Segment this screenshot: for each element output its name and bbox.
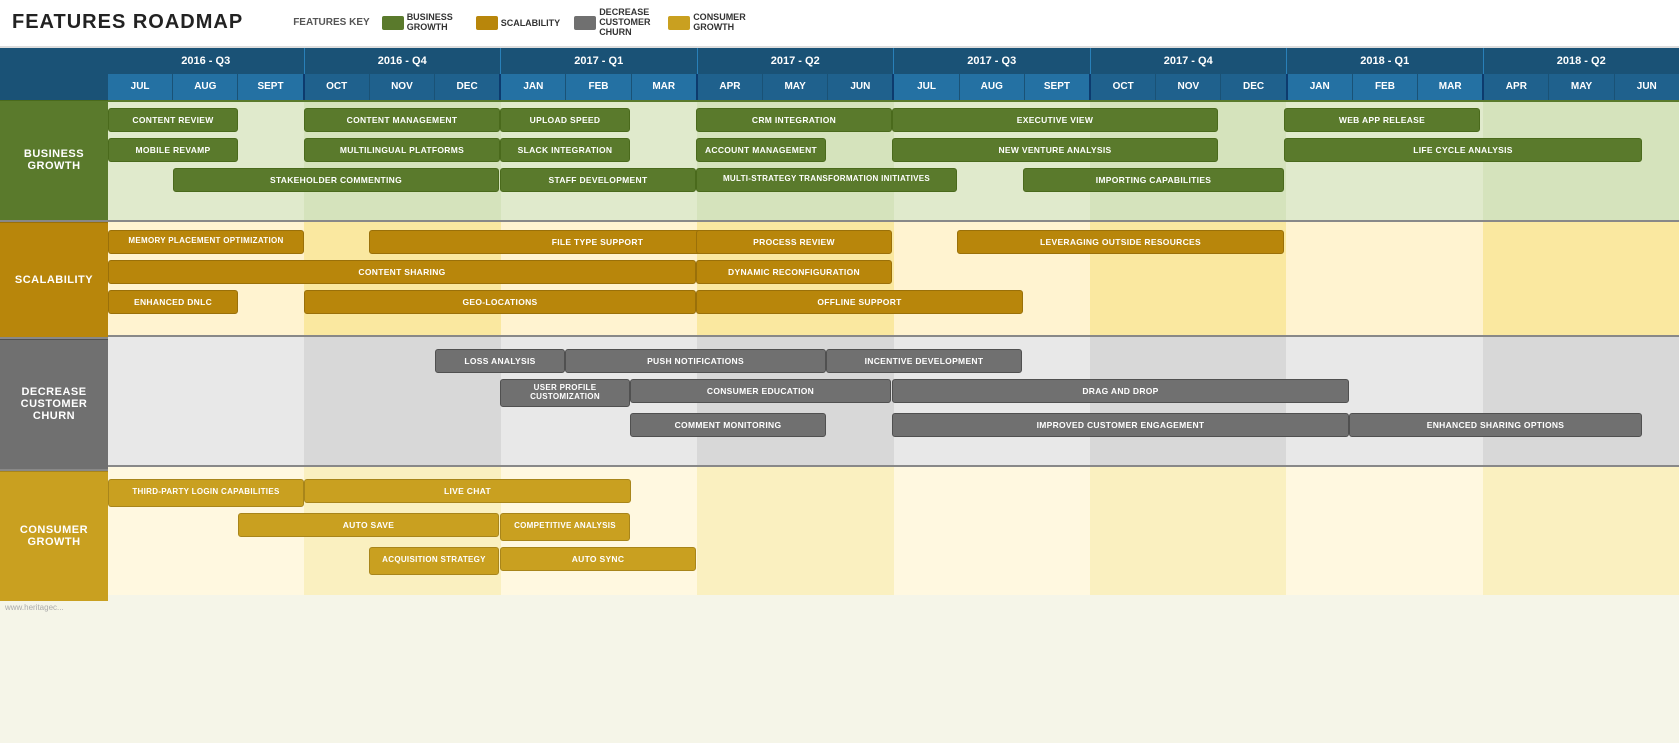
legend-scalability-label: SCALABILITY xyxy=(501,18,561,28)
grid-content: 2016 - Q3 2016 - Q4 2017 - Q1 2017 - Q2 … xyxy=(108,48,1679,601)
bar-staff-dev: STAFF DEVELOPMENT xyxy=(500,168,696,192)
month-mar2: MAR xyxy=(1418,74,1484,100)
bar-offline: OFFLINE SUPPORT xyxy=(696,290,1023,314)
quarter-2016q3: 2016 - Q3 xyxy=(108,48,305,74)
quarter-2018q1: 2018 - Q1 xyxy=(1287,48,1484,74)
month-jul: JUL xyxy=(108,74,173,100)
bar-upload-speed: UPLOAD SPEED xyxy=(500,108,630,132)
roadmap-container: BUSINESS GROWTH SCALABILITY DECREASE CUS… xyxy=(0,48,1679,601)
quarter-2018q2: 2018 - Q2 xyxy=(1484,48,1679,74)
month-jun1: JUN xyxy=(828,74,894,100)
bar-consumer-ed: CONSUMER EDUCATION xyxy=(630,379,891,403)
month-apr1: APR xyxy=(698,74,763,100)
bar-multilingual: MULTILINGUAL PLATFORMS xyxy=(304,138,500,162)
bar-memory: MEMORY PLACEMENT OPTIMIZATION xyxy=(108,230,304,254)
month-feb1: FEB xyxy=(566,74,631,100)
consumer-color-box xyxy=(668,16,690,30)
bar-content-sharing: CONTENT SHARING xyxy=(108,260,696,284)
row-labels-column: BUSINESS GROWTH SCALABILITY DECREASE CUS… xyxy=(0,48,108,601)
bar-slack: SLACK INTEGRATION xyxy=(500,138,630,162)
month-dec: DEC xyxy=(435,74,501,100)
month-sep: SEPT xyxy=(238,74,304,100)
bar-crm: CRM INTEGRATION xyxy=(696,108,892,132)
bar-executive-view: EXECUTIVE VIEW xyxy=(892,108,1218,132)
month-oct: OCT xyxy=(305,74,370,100)
roadmap-page: { "title": "FEATURES ROADMAP", "legend":… xyxy=(0,0,1679,743)
bar-incentive: INCENTIVE DEVELOPMENT xyxy=(826,349,1022,373)
row-label-business: BUSINESS GROWTH xyxy=(0,100,108,220)
bar-enhanced-dnlc: ENHANCED DNLC xyxy=(108,290,238,314)
bar-third-party-login: THIRD-PARTY LOGIN CAPABILITIES xyxy=(108,479,304,507)
month-nov: NOV xyxy=(370,74,435,100)
decrease-color-box xyxy=(574,16,596,30)
bar-enhanced-sharing: ENHANCED SHARING OPTIONS xyxy=(1349,413,1642,437)
legend: FEATURES KEY BUSINESS GROWTH SCALABILITY… xyxy=(293,8,748,38)
quarter-2017q2: 2017 - Q2 xyxy=(698,48,895,74)
bar-user-profile: USER PROFILE CUSTOMIZATION xyxy=(500,379,630,407)
month-feb2: FEB xyxy=(1353,74,1418,100)
bar-lifecycle: LIFE CYCLE ANALYSIS xyxy=(1284,138,1642,162)
legend-consumer-label: CONSUMER GROWTH xyxy=(693,13,748,33)
bar-competitive: COMPETITIVE ANALYSIS xyxy=(500,513,630,541)
business-color-box xyxy=(382,16,404,30)
quarter-2017q1: 2017 - Q1 xyxy=(501,48,698,74)
row-label-scalability: SCALABILITY xyxy=(0,222,108,337)
bar-drag-drop: DRAG AND DROP xyxy=(892,379,1349,403)
legend-item-decrease: DECREASE CUSTOMER CHURN xyxy=(574,8,654,38)
month-nov2: NOV xyxy=(1156,74,1221,100)
month-mar1: MAR xyxy=(632,74,698,100)
month-jan1: JAN xyxy=(501,74,566,100)
bar-leveraging: LEVERAGING OUTSIDE RESOURCES xyxy=(957,230,1284,254)
month-apr2: APR xyxy=(1484,74,1549,100)
quarter-2017q4: 2017 - Q4 xyxy=(1091,48,1288,74)
month-dec2: DEC xyxy=(1221,74,1287,100)
quarter-headers: 2016 - Q3 2016 - Q4 2017 - Q1 2017 - Q2 … xyxy=(108,48,1679,74)
bar-multi-strategy: MULTI-STRATEGY TRANSFORMATION INITIATIVE… xyxy=(696,168,957,192)
bar-live-chat: LIVE CHAT xyxy=(304,479,631,503)
bar-account-mgmt: ACCOUNT MANAGEMENT xyxy=(696,138,826,162)
legend-item-business: BUSINESS GROWTH xyxy=(382,13,462,33)
bar-improved-engagement: IMPROVED CUSTOMER ENGAGEMENT xyxy=(892,413,1349,437)
bar-stakeholder: STAKEHOLDER COMMENTING xyxy=(173,168,499,192)
quarter-2017q3: 2017 - Q3 xyxy=(894,48,1091,74)
content-area: CONTENT REVIEW MOBILE REVAMP STAKEHOLDER… xyxy=(108,100,1679,595)
bar-content-mgmt: CONTENT MANAGEMENT xyxy=(304,108,500,132)
legend-item-scalability: SCALABILITY xyxy=(476,16,561,30)
bar-web-app: WEB APP RELEASE xyxy=(1284,108,1480,132)
bar-content-review: CONTENT REVIEW xyxy=(108,108,238,132)
month-jul2: JUL xyxy=(894,74,959,100)
month-headers: JUL AUG SEPT OCT NOV DEC JAN FEB MAR APR… xyxy=(108,74,1679,100)
bar-importing: IMPORTING CAPABILITIES xyxy=(1023,168,1284,192)
bar-auto-sync: AUTO SYNC xyxy=(500,547,696,571)
month-may3: MAY xyxy=(1549,74,1614,100)
bar-acquisition: ACQUISITION STRATEGY xyxy=(369,547,499,575)
row-label-consumer: CONSUMER GROWTH xyxy=(0,471,108,601)
bar-auto-save: AUTO SAVE xyxy=(238,513,499,537)
month-may1: MAY xyxy=(763,74,828,100)
features-key-label: FEATURES KEY xyxy=(293,17,370,28)
month-jan2: JAN xyxy=(1288,74,1353,100)
bar-mobile-revamp: MOBILE REVAMP xyxy=(108,138,238,162)
bar-new-venture: NEW VENTURE ANALYSIS xyxy=(892,138,1218,162)
bar-dynamic-reconfig: DYNAMIC RECONFIGURATION xyxy=(696,260,892,284)
scalability-color-box xyxy=(476,16,498,30)
legend-decrease-label: DECREASE CUSTOMER CHURN xyxy=(599,8,654,38)
page-title: FEATURES ROADMAP xyxy=(12,11,243,34)
watermark: www.heritagec... xyxy=(0,601,1679,614)
bar-push-notif: PUSH NOTIFICATIONS xyxy=(565,349,826,373)
header: FEATURES ROADMAP FEATURES KEY BUSINESS G… xyxy=(0,0,1679,48)
bar-comment-monitoring: COMMENT MONITORING xyxy=(630,413,826,437)
quarter-2016q4: 2016 - Q4 xyxy=(305,48,502,74)
row-label-decrease: DECREASE CUSTOMER CHURN xyxy=(0,339,108,469)
month-jun3: JUN xyxy=(1615,74,1679,100)
bar-loss-analysis: LOSS ANALYSIS xyxy=(435,349,565,373)
bar-process-review: PROCESS REVIEW xyxy=(696,230,892,254)
legend-item-consumer: CONSUMER GROWTH xyxy=(668,13,748,33)
month-aug: AUG xyxy=(173,74,238,100)
legend-business-label: BUSINESS GROWTH xyxy=(407,13,462,33)
bar-geo: GEO-LOCATIONS xyxy=(304,290,696,314)
month-sep2: SEPT xyxy=(1025,74,1091,100)
month-oct2: OCT xyxy=(1091,74,1156,100)
month-aug2: AUG xyxy=(960,74,1025,100)
